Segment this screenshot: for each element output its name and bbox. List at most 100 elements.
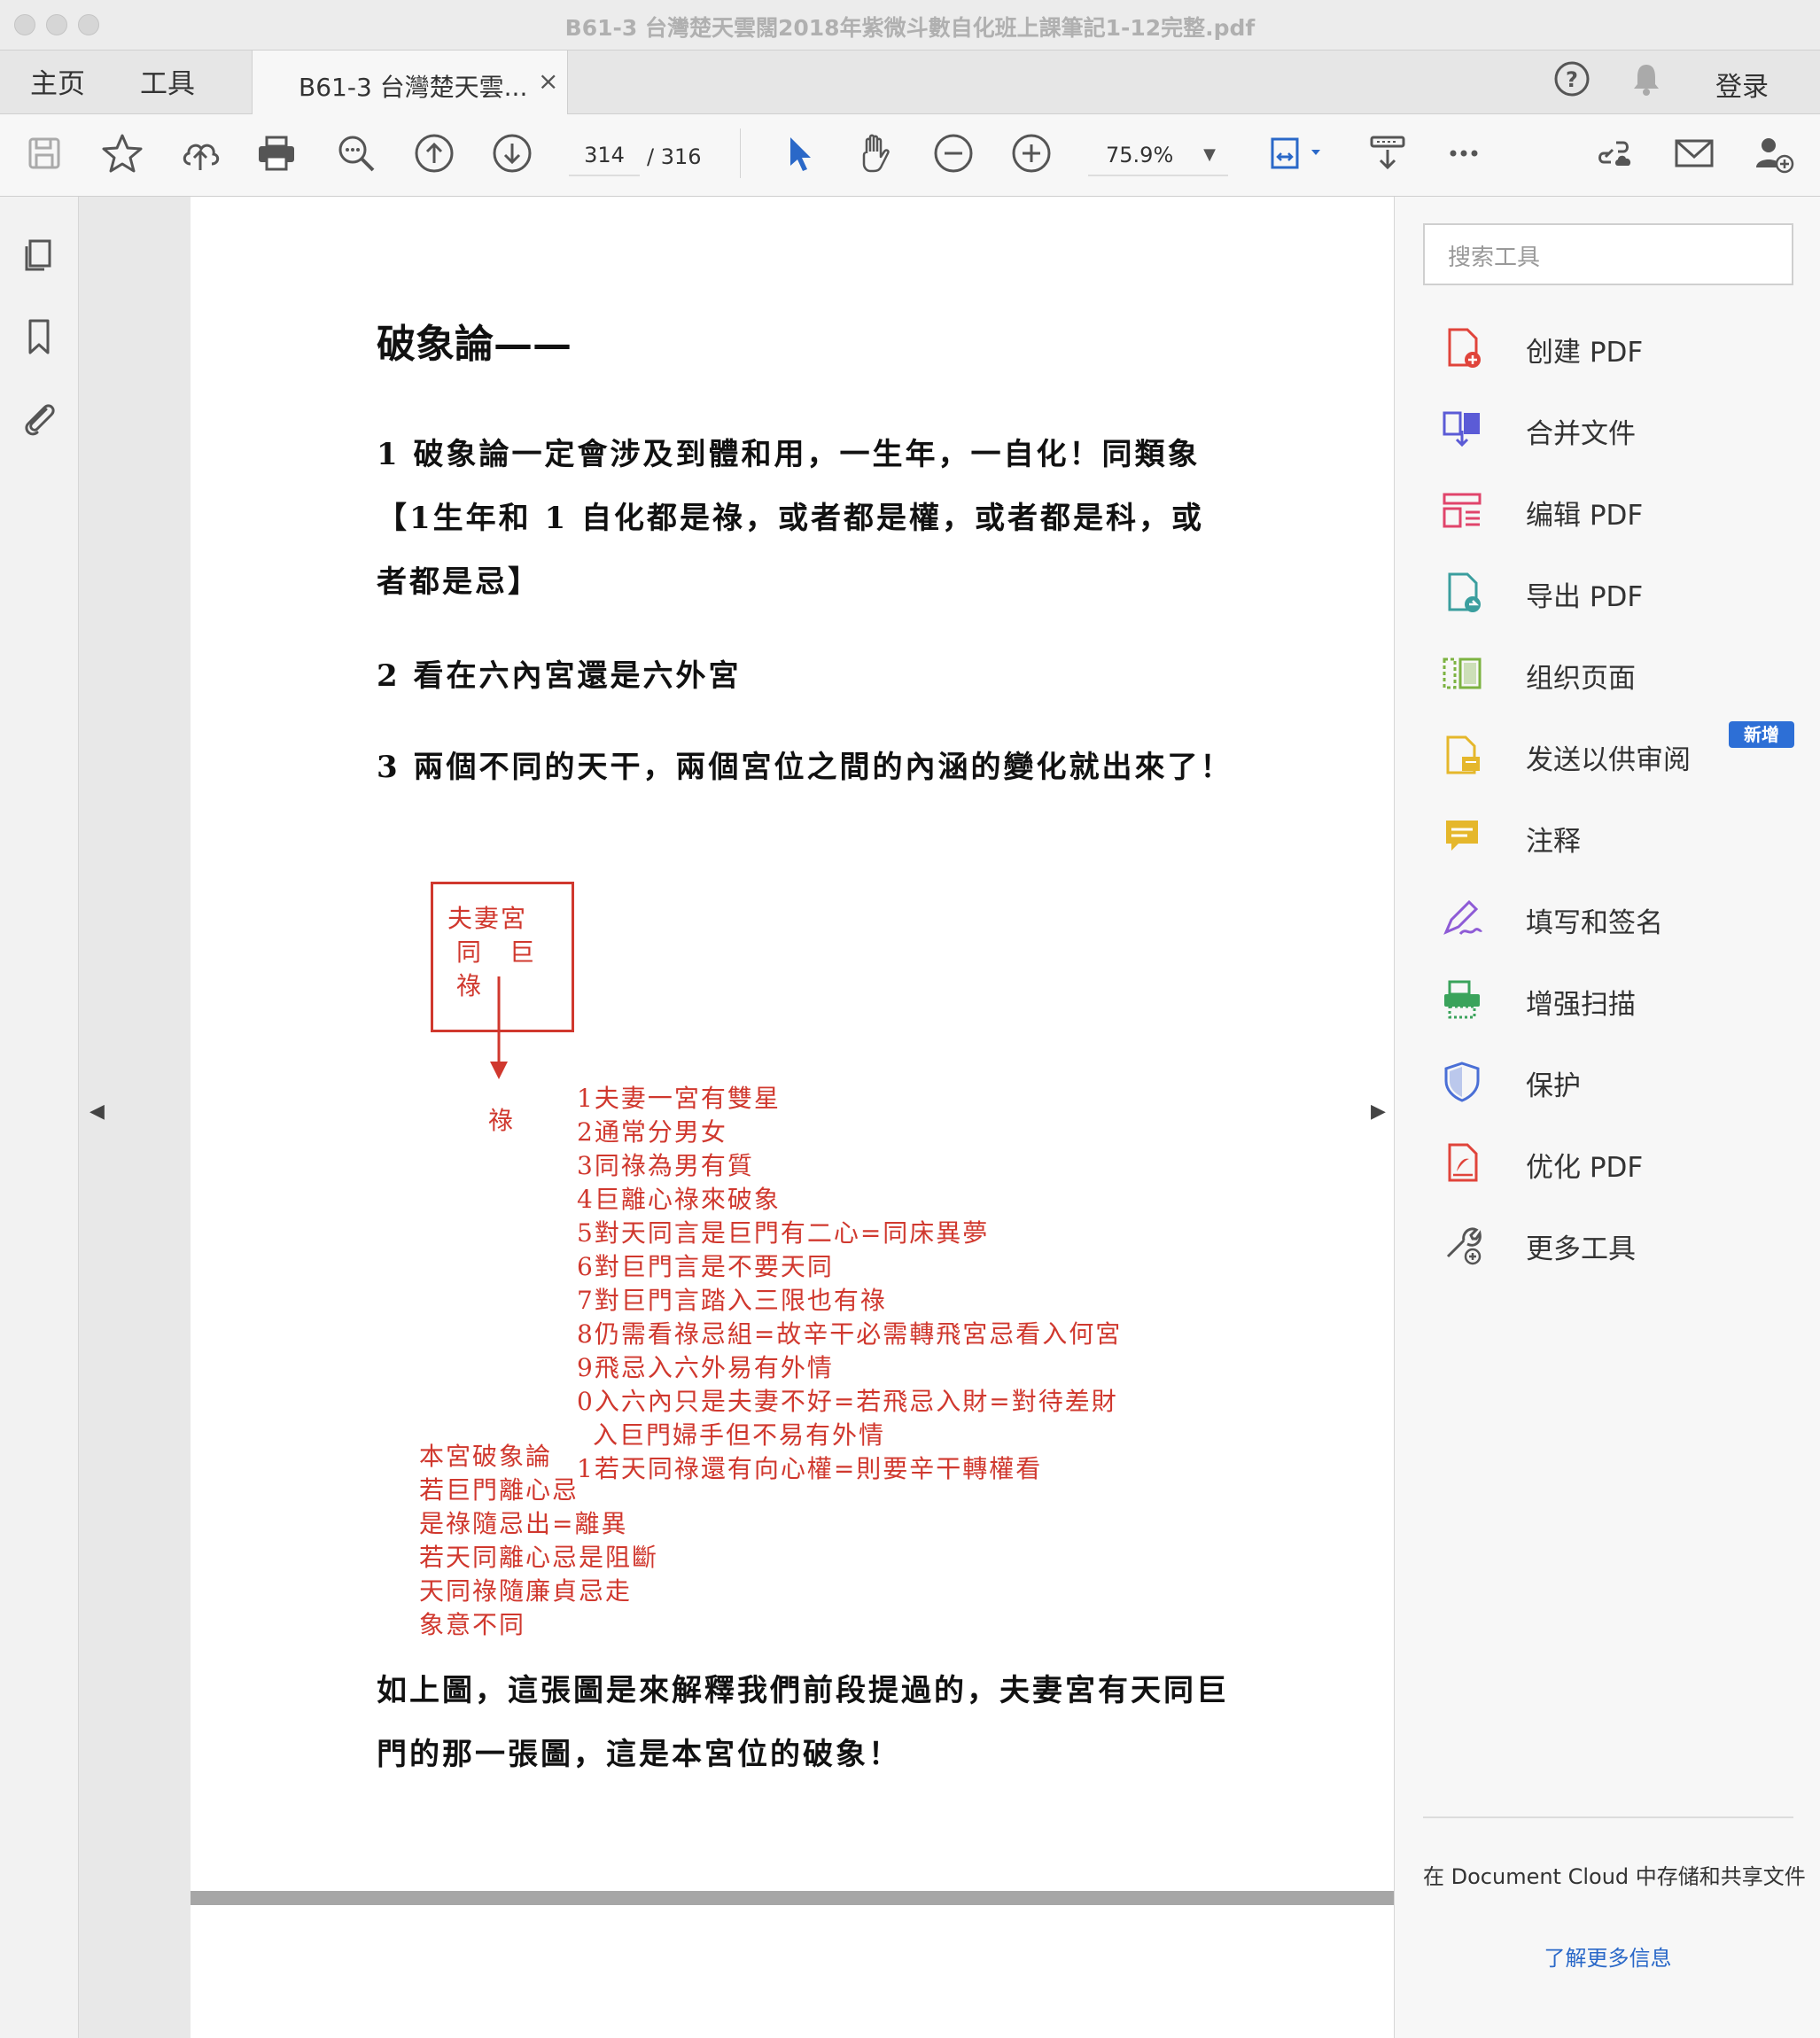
chevron-down-icon: ▼ bbox=[1203, 145, 1216, 164]
diagram-bottom-note: 是祿隨忌出=離異 bbox=[419, 1509, 628, 1538]
more-tools-icon bbox=[1439, 1221, 1485, 1267]
tool-item-protect[interactable]: 保护 bbox=[1439, 1051, 1793, 1113]
toolbar-divider bbox=[740, 128, 741, 178]
tool-label: 导出 PDF bbox=[1526, 581, 1644, 613]
document-viewer: ◀ 破象論—— 1 破象論一定會涉及到體和用，一生年，一自化！同類象【1生年和 … bbox=[79, 197, 1435, 2038]
closing-paragraph: 如上圖，這張圖是來解釋我們前段提過的，夫妻宮有天同巨門的那一張圖，這是本宮位的破… bbox=[377, 1673, 1229, 1772]
diagram-arrow bbox=[490, 976, 508, 1079]
enhance-scan-icon bbox=[1439, 976, 1485, 1023]
email-icon[interactable] bbox=[1671, 130, 1717, 176]
tool-item-optimize-pdf[interactable]: 优化 PDF bbox=[1439, 1132, 1793, 1194]
tool-item-edit-pdf[interactable]: 编辑 PDF bbox=[1439, 480, 1793, 542]
diagram-bottom-note: 天同祿隨廉貞忌走 bbox=[419, 1576, 633, 1606]
tool-label: 发送以供审阅 bbox=[1526, 744, 1691, 776]
diagram-note: 4巨離心祿來破象 bbox=[577, 1185, 781, 1214]
hand-tool-icon[interactable] bbox=[852, 130, 898, 176]
tool-label: 增强扫描 bbox=[1526, 989, 1636, 1021]
title-bar: B61-3 台灣楚天雲闊2018年紫微斗數自化班上課筆記1-12完整.pdf bbox=[0, 0, 1820, 51]
next-page-icon[interactable] bbox=[489, 130, 535, 176]
tool-label: 更多工具 bbox=[1526, 1233, 1636, 1265]
tool-item-enhance-scan[interactable]: 增强扫描 bbox=[1439, 969, 1793, 1031]
tool-label: 注释 bbox=[1526, 826, 1581, 858]
page-heading: 破象論—— bbox=[377, 322, 572, 367]
page-total: / 316 bbox=[647, 144, 702, 169]
paragraph-3: 3 兩個不同的天干，兩個宮位之間的內涵的變化就出來了！ bbox=[377, 750, 1233, 785]
tool-label: 创建 PDF bbox=[1526, 337, 1644, 369]
tool-label: 编辑 PDF bbox=[1526, 500, 1644, 532]
collapse-left-panel-arrow-icon[interactable]: ◀ bbox=[89, 1101, 105, 1123]
zoom-level-value: 75.9% bbox=[1106, 143, 1174, 167]
diagram-bottom-note: 象意不同 bbox=[419, 1610, 526, 1639]
window-title: B61-3 台灣楚天雲闊2018年紫微斗數自化班上課筆記1-12完整.pdf bbox=[564, 15, 1256, 41]
tool-label: 优化 PDF bbox=[1526, 1152, 1644, 1184]
zoom-in-icon[interactable] bbox=[1008, 130, 1054, 176]
document-tab-label: B61-3 台灣楚天雲... bbox=[299, 73, 528, 102]
tab-bar: 主页 工具 B61-3 台灣楚天雲... × ? 登录 bbox=[0, 51, 1820, 114]
pdf-page: 破象論—— 1 破象論一定會涉及到體和用，一生年，一自化！同類象【1生年和 1 … bbox=[191, 197, 1412, 1891]
paragraph-1: 1 破象論一定會涉及到體和用，一生年，一自化！同類象【1生年和 1 自化都是祿，… bbox=[377, 437, 1204, 600]
attachments-icon[interactable] bbox=[18, 397, 60, 439]
left-navigation-rail bbox=[0, 197, 79, 2038]
toolbar: 314 / 316 75.9% ▼ bbox=[0, 114, 1820, 197]
tool-item-export-pdf[interactable]: 导出 PDF bbox=[1439, 562, 1793, 624]
upload-cloud-icon[interactable] bbox=[177, 130, 223, 176]
tool-label: 组织页面 bbox=[1526, 663, 1636, 695]
collapse-right-panel-arrow-icon[interactable]: ▶ bbox=[1371, 1101, 1386, 1123]
tool-item-more-tools[interactable]: 更多工具 bbox=[1439, 1214, 1793, 1276]
add-user-icon[interactable] bbox=[1749, 130, 1795, 176]
share-link-icon[interactable] bbox=[1593, 130, 1639, 176]
fill-sign-icon bbox=[1439, 895, 1485, 941]
paragraph-2: 2 看在六內宮還是六外宮 bbox=[377, 658, 742, 694]
organize-pages-icon bbox=[1439, 650, 1485, 696]
document-cloud-text: 在 Document Cloud 中存储和共享文件 bbox=[1423, 1864, 1806, 1889]
tool-label: 填写和签名 bbox=[1526, 907, 1663, 939]
learn-more-link[interactable]: 了解更多信息 bbox=[1395, 1941, 1820, 1972]
fit-page-icon[interactable] bbox=[1265, 130, 1327, 176]
zoom-level-select[interactable]: 75.9% ▼ bbox=[1088, 136, 1228, 176]
comment-icon bbox=[1439, 813, 1485, 860]
diagram-bottom-note: 本宮破象論 bbox=[419, 1442, 553, 1471]
tool-item-fill-sign[interactable]: 填写和签名 bbox=[1439, 888, 1793, 950]
tool-item-organize-pages[interactable]: 组织页面 bbox=[1439, 643, 1793, 705]
bookmark-star-icon[interactable] bbox=[99, 130, 145, 176]
tab-tools[interactable]: 工具 bbox=[140, 61, 195, 101]
tool-item-combine-files[interactable]: 合并文件 bbox=[1439, 399, 1793, 461]
page-thumbnails-icon[interactable] bbox=[18, 234, 60, 276]
tool-label: 保护 bbox=[1526, 1070, 1581, 1102]
tab-home[interactable]: 主页 bbox=[30, 61, 85, 101]
close-tab-button[interactable]: × bbox=[538, 66, 558, 96]
tool-item-create-pdf[interactable]: 创建 PDF bbox=[1439, 317, 1793, 379]
scroll-mode-icon[interactable] bbox=[1365, 130, 1411, 176]
print-icon[interactable] bbox=[253, 130, 299, 176]
svg-text:?: ? bbox=[1566, 67, 1578, 92]
diagram-note: 1若天同祿還有向心權=則要辛干轉權看 bbox=[577, 1454, 1043, 1483]
help-icon[interactable]: ? bbox=[1552, 59, 1591, 102]
previous-page-icon[interactable] bbox=[411, 130, 457, 176]
tab-document[interactable]: B61-3 台灣楚天雲... × bbox=[252, 51, 568, 114]
new-badge: 新增 bbox=[1729, 721, 1794, 748]
diagram-note: 5對天同言是巨門有二心=同床異夢 bbox=[577, 1218, 990, 1248]
diagram-note: 7對巨門言踏入三限也有祿 bbox=[577, 1286, 887, 1315]
select-cursor-icon[interactable] bbox=[776, 130, 822, 176]
diagram-note: 0入六內只是夫妻不好=若飛忌入財=對待差財 bbox=[577, 1387, 1118, 1416]
notifications-bell-icon[interactable] bbox=[1627, 59, 1666, 102]
diagram-note: 3同祿為男有質 bbox=[577, 1151, 754, 1180]
diagram-note: 9飛忌入六外易有外情 bbox=[577, 1353, 834, 1382]
page-number-input[interactable]: 314 bbox=[569, 136, 640, 176]
tools-pane: ▶ 搜索工具 创建 PDF 合并文件编辑 PDF 导出 PDF 组织页面发送以供审阅注… bbox=[1371, 197, 1820, 2038]
diagram-box-line-1: 夫妻宮 bbox=[447, 904, 528, 933]
diagram-note: 入巨門婦手但不易有外情 bbox=[593, 1420, 886, 1450]
diagram-note: 1夫妻一宮有雙星 bbox=[577, 1084, 781, 1113]
tool-item-comment[interactable]: 注释 bbox=[1439, 806, 1793, 868]
save-icon[interactable] bbox=[21, 130, 67, 176]
diagram-bottom-note: 若巨門離心忌 bbox=[419, 1475, 579, 1505]
zoom-search-icon[interactable] bbox=[333, 130, 379, 176]
login-link[interactable]: 登录 bbox=[1715, 65, 1769, 104]
more-options-icon[interactable] bbox=[1441, 130, 1487, 176]
bookmarks-icon[interactable] bbox=[18, 315, 60, 358]
diagram-note: 6對巨門言是不要天同 bbox=[577, 1252, 834, 1281]
protect-icon bbox=[1439, 1058, 1485, 1104]
diagram-bottom-note: 若天同離心忌是阻斷 bbox=[419, 1543, 659, 1572]
zoom-out-icon[interactable] bbox=[930, 130, 976, 176]
search-tools-input[interactable]: 搜索工具 bbox=[1423, 223, 1793, 285]
